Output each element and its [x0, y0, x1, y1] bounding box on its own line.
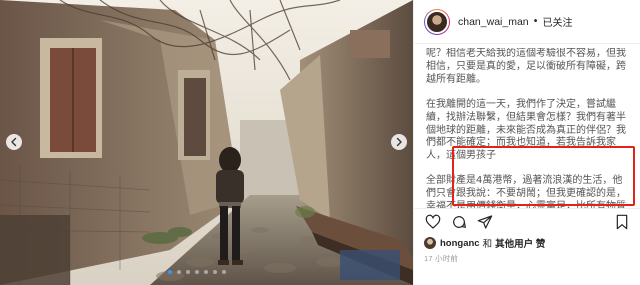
carousel-dot	[177, 270, 181, 274]
save-button[interactable]	[613, 213, 631, 231]
other-likers-link[interactable]: 其他用户 赞	[495, 236, 545, 250]
carousel-dot-active	[168, 270, 172, 274]
comment-icon	[453, 215, 466, 228]
carousel-dot	[204, 270, 208, 274]
likes-summary: honganc 和 其他用户 赞	[424, 236, 545, 250]
post-timestamp[interactable]: 17 小时前	[424, 253, 458, 264]
post-photo[interactable]	[0, 0, 413, 285]
follow-status-button[interactable]: 已关注	[543, 14, 573, 29]
post-header: chan_wai_man • 已关注	[414, 0, 640, 44]
liker-username[interactable]: honganc	[440, 238, 480, 249]
header-separator: •	[532, 16, 539, 27]
share-icon	[477, 214, 493, 229]
red-highlight-annotation	[452, 146, 635, 206]
previous-photo-button[interactable]	[6, 134, 22, 150]
like-button[interactable]	[424, 213, 442, 231]
heart-icon	[425, 214, 441, 229]
chevron-left-icon	[11, 137, 17, 147]
carousel-dot	[186, 270, 190, 274]
author-username[interactable]: chan_wai_man	[458, 16, 529, 28]
post-actions-bar	[414, 208, 640, 234]
chevron-right-icon	[396, 137, 402, 147]
bookmark-icon	[616, 214, 628, 229]
post-side-panel: chan_wai_man • 已关注 呢？相信老天給我的這個考驗很不容易，但我相…	[413, 0, 640, 285]
caption-paragraph: 呢？相信老天給我的這個考驗很不容易，但我相信，只要是真的愛，足以衝破所有障礙，跨…	[426, 48, 626, 85]
village-alley-image	[0, 0, 413, 285]
carousel-dot	[213, 270, 217, 274]
liker-avatar[interactable]	[424, 237, 436, 249]
carousel-indicator	[168, 270, 226, 274]
likes-conjunction: 和	[482, 239, 493, 250]
comment-button[interactable]	[450, 213, 468, 231]
author-avatar[interactable]	[424, 8, 450, 35]
carousel-dot	[222, 270, 226, 274]
instagram-post: chan_wai_man • 已关注 呢？相信老天給我的這個考驗很不容易，但我相…	[0, 0, 640, 285]
carousel-dot	[195, 270, 199, 274]
share-button[interactable]	[476, 213, 494, 231]
next-photo-button[interactable]	[391, 134, 407, 150]
